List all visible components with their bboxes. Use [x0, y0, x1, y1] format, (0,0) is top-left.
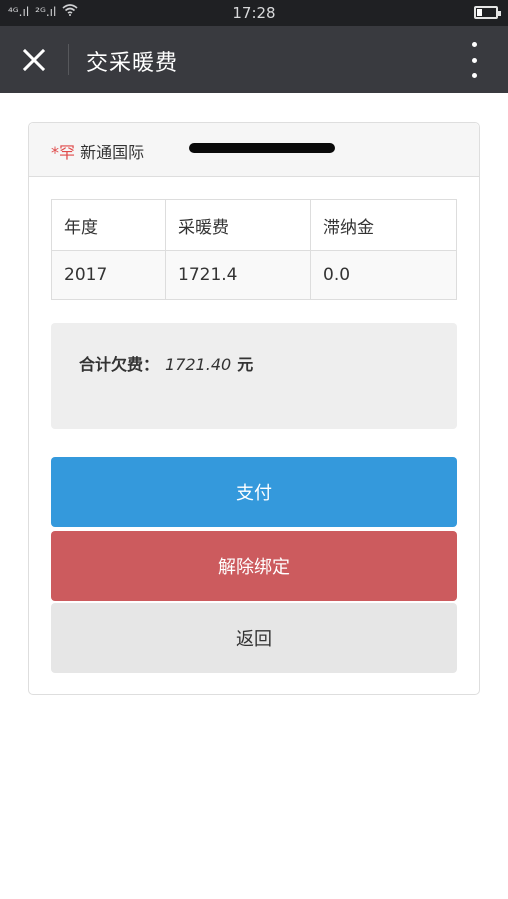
more-button[interactable]	[466, 42, 482, 78]
bill-card: *罕 新通国际 年度 采暖费 滞纳金 2017 1721.4 0.0 合计欠费：…	[28, 122, 480, 695]
column-late-fee: 滞纳金	[310, 199, 457, 251]
close-icon	[22, 48, 46, 72]
total-label: 合计欠费：	[79, 355, 160, 374]
battery-icon	[474, 6, 501, 19]
account-header: *罕 新通国际	[29, 123, 479, 177]
bill-table: 年度 采暖费 滞纳金 2017 1721.4 0.0	[51, 199, 457, 300]
column-heating-fee: 采暖费	[165, 199, 311, 251]
account-address: 新通国际	[80, 143, 145, 162]
status-time: 17:28	[232, 4, 276, 22]
table-header-row: 年度 采暖费 滞纳金	[51, 199, 457, 251]
table-row: 2017 1721.4 0.0	[51, 250, 457, 300]
cell-year: 2017	[51, 250, 166, 300]
column-year: 年度	[51, 199, 166, 251]
more-vertical-icon	[471, 42, 477, 47]
back-button[interactable]: 返回	[51, 603, 457, 673]
account-name: *罕	[51, 143, 76, 162]
unbind-button[interactable]: 解除绑定	[51, 531, 457, 601]
battery-level	[477, 9, 482, 16]
title-divider	[68, 44, 69, 75]
close-button[interactable]	[14, 40, 54, 80]
page-title: 交采暖费	[86, 51, 179, 76]
total-amount: 1721.40	[165, 355, 232, 374]
cell-late-fee: 0.0	[310, 250, 457, 300]
status-bar: ⁴ᴳ.ıl ²ᴳ.ıl 17:28	[0, 0, 508, 26]
total-unit: 元	[237, 355, 254, 374]
title-bar: 交采暖费	[0, 26, 508, 93]
total-summary: 合计欠费： 1721.40 元	[51, 323, 457, 429]
address-redaction	[189, 143, 335, 153]
pay-button[interactable]: 支付	[51, 457, 457, 527]
cell-heating-fee: 1721.4	[165, 250, 311, 300]
